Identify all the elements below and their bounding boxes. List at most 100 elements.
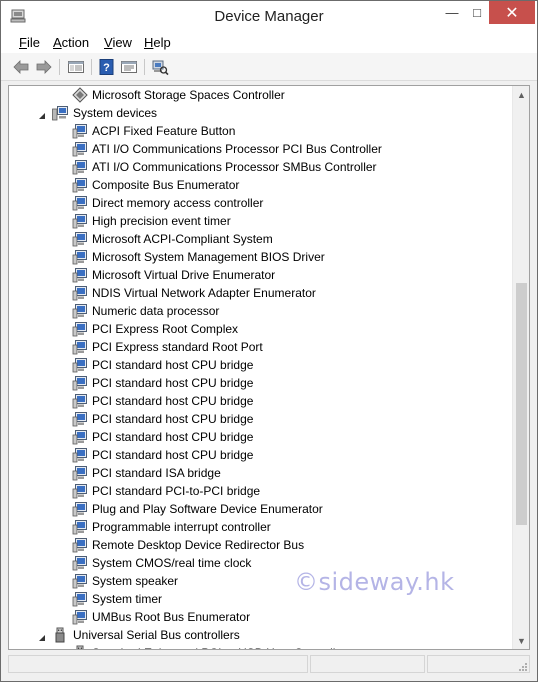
- tree-row-label: System timer: [92, 592, 163, 606]
- resize-grip-icon[interactable]: [518, 661, 528, 671]
- usb-category-icon: [52, 627, 68, 643]
- tree-device-row[interactable]: PCI standard host CPU bridge: [9, 446, 509, 464]
- system-device-icon: [72, 591, 88, 607]
- scan-hardware-icon[interactable]: [151, 58, 169, 76]
- menu-bar: File Action View Help: [1, 32, 537, 53]
- tree-device-row[interactable]: Numeric data processor: [9, 302, 509, 320]
- tree-row-label: PCI Express Root Complex: [92, 322, 239, 336]
- menu-file[interactable]: File: [19, 35, 40, 50]
- tree-row-label: System speaker: [92, 574, 179, 588]
- tree-device-row[interactable]: High precision event timer: [9, 212, 509, 230]
- system-device-icon: [72, 285, 88, 301]
- system-device-icon: [72, 267, 88, 283]
- tree-row-label: Microsoft Storage Spaces Controller: [92, 88, 285, 102]
- menu-access-key: H: [144, 35, 154, 50]
- tree-device-row[interactable]: Microsoft Storage Spaces Controller: [9, 86, 509, 104]
- menu-action[interactable]: Action: [53, 35, 89, 50]
- tree-device-row[interactable]: PCI Express Root Complex: [9, 320, 509, 338]
- scroll-up-arrow-icon[interactable]: ▲: [513, 86, 529, 103]
- storage-controller-icon: [72, 87, 88, 103]
- status-cell-main: [8, 655, 308, 673]
- tree-device-row[interactable]: Remote Desktop Device Redirector Bus: [9, 536, 509, 554]
- tree-row-label: PCI standard PCI-to-PCI bridge: [92, 484, 261, 498]
- menu-help[interactable]: Help: [144, 35, 171, 50]
- forward-icon[interactable]: [35, 58, 53, 76]
- back-icon[interactable]: [12, 58, 30, 76]
- tree-device-row[interactable]: PCI standard host CPU bridge: [9, 428, 509, 446]
- usb-controller-icon: [72, 645, 88, 649]
- tree-device-row[interactable]: Microsoft ACPI-Compliant System: [9, 230, 509, 248]
- tree-row-label: PCI standard host CPU bridge: [92, 358, 254, 372]
- tree-device-row[interactable]: PCI Express standard Root Port: [9, 338, 509, 356]
- title-bar[interactable]: Device Manager — □ ✕: [1, 1, 537, 32]
- system-device-icon: [72, 573, 88, 589]
- tree-device-row[interactable]: PCI standard PCI-to-PCI bridge: [9, 482, 509, 500]
- help-icon[interactable]: ?: [98, 58, 116, 76]
- scroll-down-arrow-icon[interactable]: ▼: [513, 632, 529, 649]
- tree-device-row[interactable]: UMBus Root Bus Enumerator: [9, 608, 509, 626]
- tree-device-row[interactable]: ATI I/O Communications Processor SMBus C…: [9, 158, 509, 176]
- scrollbar-thumb[interactable]: [516, 283, 527, 525]
- tree-row-label: PCI standard host CPU bridge: [92, 376, 254, 390]
- system-device-icon: [72, 123, 88, 139]
- tree-category-row[interactable]: Universal Serial Bus controllers: [9, 626, 509, 644]
- tree-device-row[interactable]: Microsoft Virtual Drive Enumerator: [9, 266, 509, 284]
- properties-icon[interactable]: [120, 58, 138, 76]
- tree-device-row[interactable]: System timer: [9, 590, 509, 608]
- tree-row-label: Microsoft System Management BIOS Driver: [92, 250, 325, 264]
- system-device-icon: [72, 483, 88, 499]
- system-device-icon: [72, 609, 88, 625]
- tree-device-row[interactable]: PCI standard host CPU bridge: [9, 392, 509, 410]
- svg-text:?: ?: [103, 62, 110, 74]
- tree-device-row[interactable]: System CMOS/real time clock: [9, 554, 509, 572]
- system-device-icon: [72, 465, 88, 481]
- tree-device-row[interactable]: NDIS Virtual Network Adapter Enumerator: [9, 284, 509, 302]
- menu-label-rest: iew: [112, 35, 132, 50]
- tree-row-label: Standard Enhanced PCI to USB Host Contro…: [92, 646, 346, 649]
- system-device-icon: [72, 195, 88, 211]
- tree-row-label: Remote Desktop Device Redirector Bus: [92, 538, 305, 552]
- status-cell-2: [310, 655, 425, 673]
- tree-row-label: ATI I/O Communications Processor PCI Bus…: [92, 142, 382, 156]
- tree-device-row[interactable]: PCI standard host CPU bridge: [9, 410, 509, 428]
- system-devices-category-icon: [52, 105, 68, 121]
- system-device-icon: [72, 537, 88, 553]
- system-device-icon: [72, 429, 88, 445]
- tree-row-label: Plug and Play Software Device Enumerator: [92, 502, 323, 516]
- toolbar-separator: [59, 59, 60, 75]
- maximize-button[interactable]: □: [465, 1, 489, 24]
- system-device-icon: [72, 159, 88, 175]
- show-hide-tree-icon[interactable]: [67, 58, 85, 76]
- tree-row-label: UMBus Root Bus Enumerator: [92, 610, 251, 624]
- device-manager-window: Device Manager — □ ✕ File Action View He…: [0, 0, 538, 682]
- tree-device-row[interactable]: Direct memory access controller: [9, 194, 509, 212]
- menu-label-rest: elp: [153, 35, 171, 50]
- system-device-icon: [72, 519, 88, 535]
- tree-device-row[interactable]: Composite Bus Enumerator: [9, 176, 509, 194]
- system-device-icon: [72, 303, 88, 319]
- tree-device-row[interactable]: PCI standard host CPU bridge: [9, 356, 509, 374]
- tree-device-row[interactable]: Plug and Play Software Device Enumerator: [9, 500, 509, 518]
- tree-category-row[interactable]: System devices: [9, 104, 509, 122]
- device-tree[interactable]: Microsoft Storage Spaces Controller Syste…: [8, 85, 530, 650]
- expand-collapse-arrow-icon[interactable]: [38, 109, 46, 119]
- tree-row-label: ATI I/O Communications Processor SMBus C…: [92, 160, 377, 174]
- system-device-icon: [72, 555, 88, 571]
- menu-label-rest: ile: [26, 35, 40, 50]
- tree-row-label: System devices: [73, 106, 158, 120]
- close-button[interactable]: ✕: [489, 1, 535, 24]
- tree-device-row[interactable]: Programmable interrupt controller: [9, 518, 509, 536]
- tree-device-row[interactable]: ACPI Fixed Feature Button: [9, 122, 509, 140]
- status-cell-3: [427, 655, 530, 673]
- minimize-button[interactable]: —: [439, 1, 465, 24]
- system-device-icon: [72, 357, 88, 373]
- expand-collapse-arrow-icon[interactable]: [38, 631, 46, 641]
- tree-device-row[interactable]: Standard Enhanced PCI to USB Host Contro…: [9, 644, 509, 649]
- vertical-scrollbar[interactable]: ▲ ▼: [512, 86, 529, 649]
- tree-device-row[interactable]: PCI standard ISA bridge: [9, 464, 509, 482]
- tree-device-row[interactable]: Microsoft System Management BIOS Driver: [9, 248, 509, 266]
- menu-view[interactable]: View: [104, 35, 132, 50]
- tree-device-row[interactable]: System speaker: [9, 572, 509, 590]
- tree-device-row[interactable]: PCI standard host CPU bridge: [9, 374, 509, 392]
- tree-device-row[interactable]: ATI I/O Communications Processor PCI Bus…: [9, 140, 509, 158]
